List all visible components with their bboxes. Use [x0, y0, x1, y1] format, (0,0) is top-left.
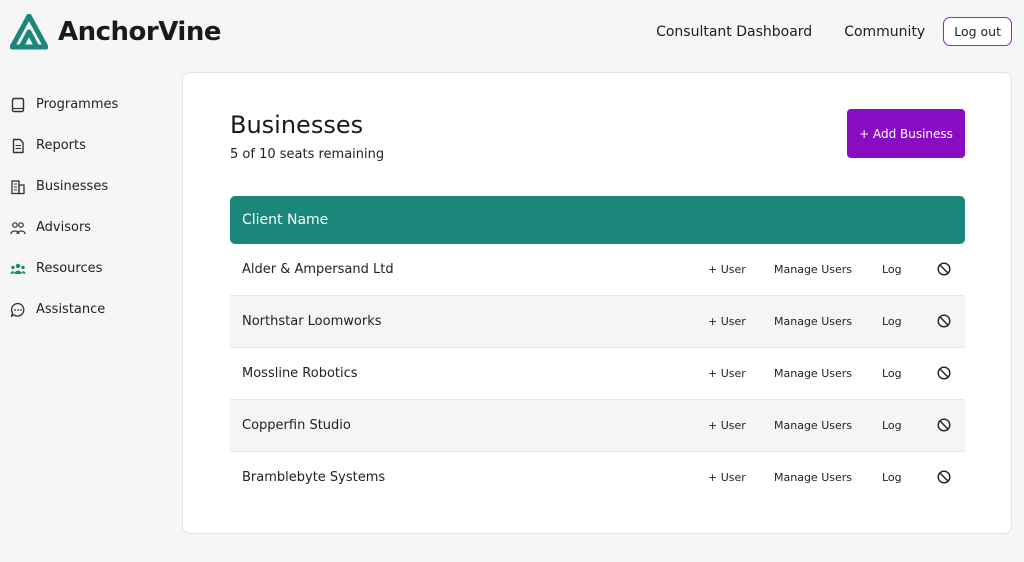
table-row: Alder & Ampersand Ltd + User Manage User… [230, 244, 965, 296]
building-icon [11, 179, 25, 194]
sidebar-item-label: Assistance [36, 302, 106, 317]
sidebar-item-label: Advisors [36, 220, 92, 235]
client-name: Mossline Robotics [242, 366, 358, 381]
add-business-button[interactable]: + Add Business [847, 109, 965, 158]
sidebar-item-label: Businesses [36, 179, 109, 194]
sidebar-item-label: Programmes [36, 97, 119, 112]
people-icon [10, 221, 26, 234]
brand-logo[interactable]: AnchorVine [10, 14, 221, 50]
disable-icon[interactable] [936, 313, 952, 329]
client-name: Copperfin Studio [242, 418, 351, 433]
nav-community[interactable]: Community [844, 24, 925, 40]
manage-users-button[interactable]: Manage Users [774, 419, 852, 432]
manage-users-button[interactable]: Manage Users [774, 367, 852, 380]
table-row: Northstar Loomworks + User Manage Users … [230, 296, 965, 348]
add-user-button[interactable]: + User [708, 367, 746, 380]
add-user-button[interactable]: + User [708, 263, 746, 276]
sidebar-item-programmes[interactable]: Programmes [10, 84, 118, 125]
manage-users-button[interactable]: Manage Users [774, 471, 852, 484]
anchorvine-logo-icon [10, 14, 48, 50]
businesses-table: Client Name Alder & Ampersand Ltd + User… [230, 196, 965, 503]
manage-users-button[interactable]: Manage Users [774, 315, 852, 328]
log-button[interactable]: Log [882, 263, 902, 276]
sidebar-item-label: Resources [36, 261, 103, 276]
disable-icon[interactable] [936, 469, 952, 485]
add-user-button[interactable]: + User [708, 315, 746, 328]
sidebar-item-assistance[interactable]: Assistance [10, 289, 118, 330]
book-icon [11, 97, 25, 112]
log-button[interactable]: Log [882, 367, 902, 380]
add-user-button[interactable]: + User [708, 419, 746, 432]
page-title: Businesses [230, 111, 364, 139]
table-row: Bramblebyte Systems + User Manage Users … [230, 452, 965, 503]
chat-bubble-icon [10, 302, 25, 317]
log-button[interactable]: Log [882, 315, 902, 328]
group-icon [10, 263, 26, 274]
manage-users-button[interactable]: Manage Users [774, 263, 852, 276]
disable-icon[interactable] [936, 261, 952, 277]
column-header-client-name: Client Name [242, 212, 329, 228]
add-user-button[interactable]: + User [708, 471, 746, 484]
sidebar-item-businesses[interactable]: Businesses [10, 166, 118, 207]
seats-remaining: 5 of 10 seats remaining [230, 147, 385, 162]
sidebar: Programmes Reports Businesses Advisors R… [10, 84, 118, 330]
log-button[interactable]: Log [882, 419, 902, 432]
sidebar-item-label: Reports [36, 138, 86, 153]
log-button[interactable]: Log [882, 471, 902, 484]
nav-consultant-dashboard[interactable]: Consultant Dashboard [656, 24, 812, 40]
sidebar-item-advisors[interactable]: Advisors [10, 207, 118, 248]
businesses-card: Businesses 5 of 10 seats remaining + Add… [182, 72, 1012, 534]
client-name: Alder & Ampersand Ltd [242, 262, 394, 277]
document-icon [12, 138, 24, 153]
sidebar-item-resources[interactable]: Resources [10, 248, 118, 289]
logout-button[interactable]: Log out [943, 17, 1012, 46]
disable-icon[interactable] [936, 417, 952, 433]
disable-icon[interactable] [936, 365, 952, 381]
sidebar-item-reports[interactable]: Reports [10, 125, 118, 166]
client-name: Bramblebyte Systems [242, 470, 386, 485]
brand-name: AnchorVine [58, 17, 221, 47]
client-name: Northstar Loomworks [242, 314, 382, 329]
table-row: Mossline Robotics + User Manage Users Lo… [230, 348, 965, 400]
top-navigation: Consultant Dashboard Community Log out [656, 17, 1012, 46]
table-row: Copperfin Studio + User Manage Users Log [230, 400, 965, 452]
table-header: Client Name [230, 196, 965, 244]
